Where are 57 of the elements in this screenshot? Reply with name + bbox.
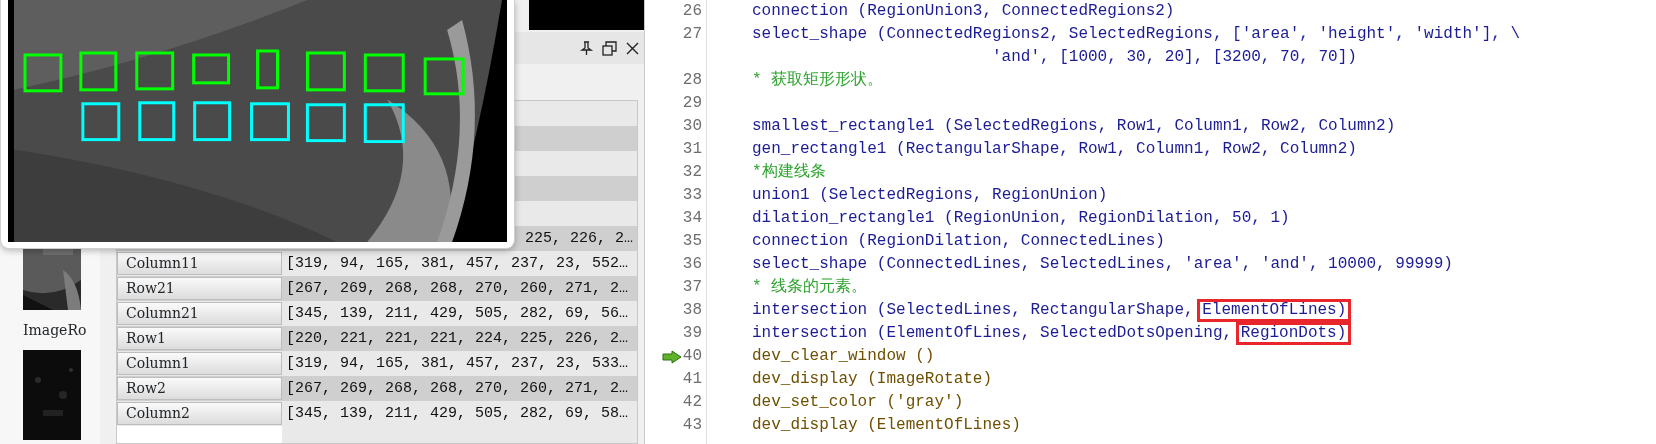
code-line: dev_clear_window () xyxy=(752,346,935,367)
variable-value: [267, 269, 268, 268, 270, 260, 271, 2… xyxy=(286,379,629,399)
line-number: 28 xyxy=(682,70,702,91)
variable-value: [319, 94, 165, 381, 457, 237, 23, 533… xyxy=(286,354,629,374)
code-line: intersection (ElementOfLines, SelectedDotsOpening, xyxy=(752,323,1233,344)
code-line: dev_display (ElementOfLines) xyxy=(752,415,1021,436)
code-line: select_shape (ConnectedLines, SelectedLines, 'area', 'and', 10000, 99999) xyxy=(752,254,1453,275)
code-line: connection (RegionUnion3, ConnectedRegions2) xyxy=(752,1,1175,22)
variable-value: [267, 269, 268, 268, 270, 260, 271, 2… xyxy=(286,279,629,299)
line-number: 35 xyxy=(682,231,702,252)
code-comment: * 获取矩形形状。 xyxy=(752,69,884,91)
code-line: select_shape (ConnectedRegions2, SelectedRegions, ['area', 'height', 'width'], \ xyxy=(752,24,1521,45)
code-line: dev_set_color ('gray') xyxy=(752,392,964,413)
highlighted-code: RegionDots) xyxy=(1235,322,1352,345)
variable-name[interactable]: Row21 xyxy=(117,277,282,300)
code-line: smallest_rectangle1 (SelectedRegions, Row1, Column1, Row2, Column2) xyxy=(752,116,1396,137)
line-number: 34 xyxy=(682,208,702,229)
variable-value: [220, 221, 221, 221, 224, 225, 226, 2… xyxy=(286,329,629,349)
variable-value: [345, 139, 211, 429, 505, 282, 69, 58… xyxy=(286,404,629,424)
variable-name[interactable]: Column2 xyxy=(117,402,282,425)
code-line: union1 (SelectedRegions, RegionUnion) xyxy=(752,185,1108,206)
line-number: 29 xyxy=(682,93,702,114)
float-window-icon[interactable] xyxy=(602,40,617,56)
line-number: 39 xyxy=(682,323,702,344)
line-number: 40 xyxy=(682,346,702,367)
line-number: 37 xyxy=(682,277,702,298)
variable-name[interactable]: Column21 xyxy=(117,302,282,325)
variable-value: [345, 139, 211, 429, 505, 282, 69, 56… xyxy=(286,304,629,324)
close-icon[interactable] xyxy=(625,40,640,56)
line-number: 41 xyxy=(682,369,702,390)
line-number: 27 xyxy=(682,24,702,45)
code-comment: *构建线条 xyxy=(752,162,826,183)
code-line: dilation_rectangle1 (RegionUnion, RegionDilation, 50, 1) xyxy=(752,208,1290,229)
thumbnail-label: ImageRo xyxy=(23,321,88,340)
code-line: dev_display (ImageRotate) xyxy=(752,369,993,390)
code-line: gen_rectangle1 (RectangularShape, Row1, Column1, Row2, Column2) xyxy=(752,139,1357,160)
code-line: intersection (SelectedLines, RectangularShape, xyxy=(752,300,1194,321)
line-number: 36 xyxy=(682,254,702,275)
code-comment: * 线条的元素。 xyxy=(752,276,868,298)
variable-value: 225, 226, 2… xyxy=(524,229,634,249)
code-line: 'and', [1000, 30, 20], [3200, 70, 70]) xyxy=(992,47,1357,68)
variable-value: [319, 94, 165, 381, 457, 237, 23, 552… xyxy=(286,254,629,274)
line-number: 33 xyxy=(682,185,702,206)
variable-name[interactable]: Column11 xyxy=(117,252,282,275)
code-line: connection (RegionDilation, ConnectedLines) xyxy=(752,231,1165,252)
line-number: 42 xyxy=(682,392,702,413)
line-number: 30 xyxy=(682,116,702,137)
variable-name[interactable]: Column1 xyxy=(117,352,282,375)
line-number: 32 xyxy=(682,162,702,183)
variable-name[interactable]: Row2 xyxy=(117,377,282,400)
line-number: 26 xyxy=(682,1,702,22)
pin-icon[interactable] xyxy=(579,40,594,56)
line-number: 31 xyxy=(682,139,702,160)
highlighted-code: ElementOfLines) xyxy=(1197,299,1352,322)
line-number: 38 xyxy=(682,300,702,321)
line-number: 43 xyxy=(682,415,702,436)
variable-name[interactable]: Row1 xyxy=(117,327,282,350)
